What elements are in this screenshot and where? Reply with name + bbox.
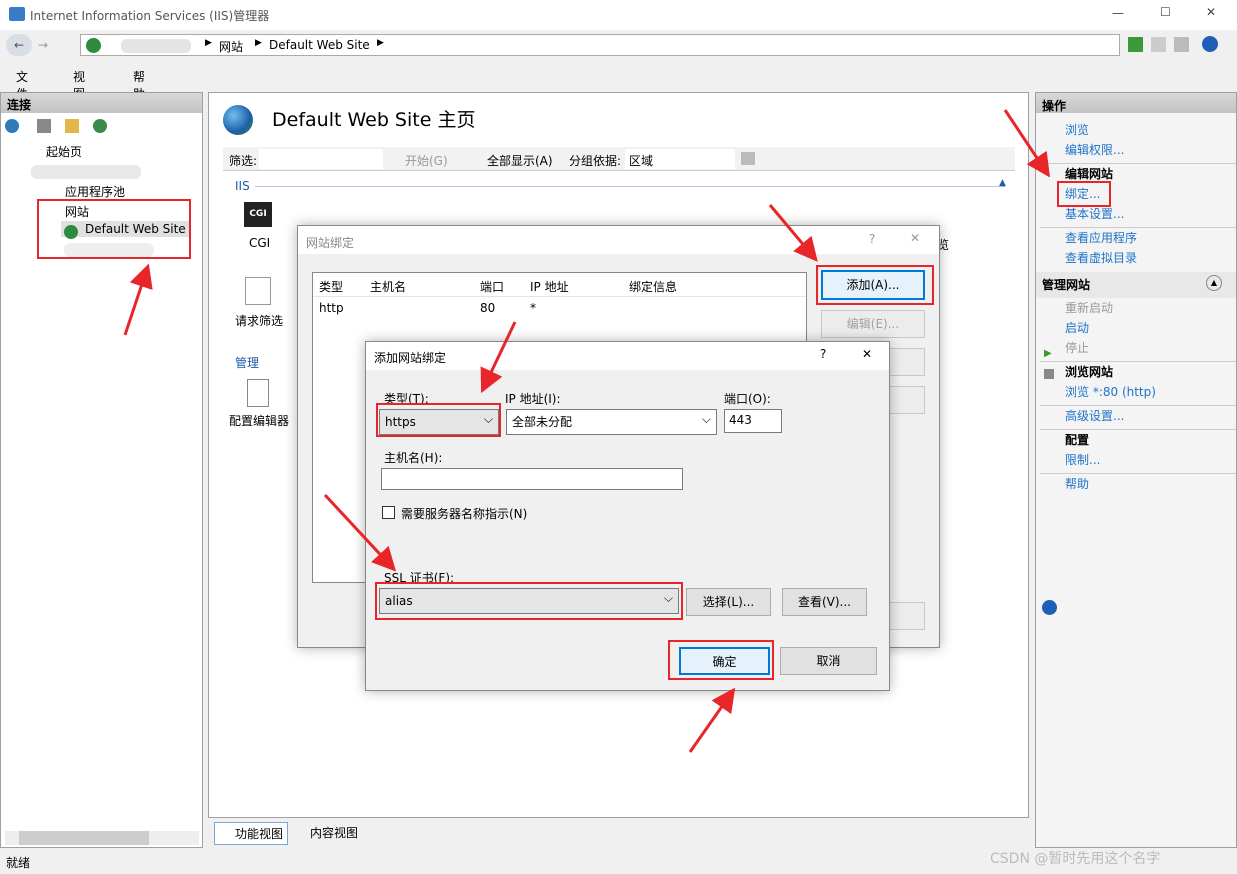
arrow: [123, 263, 153, 336]
arrow: [688, 687, 736, 753]
arrow: [480, 321, 517, 394]
arrow: [1003, 109, 1050, 178]
annotation-arrows: [123, 109, 1050, 753]
arrow: [768, 204, 818, 262]
arrow: [323, 493, 397, 572]
